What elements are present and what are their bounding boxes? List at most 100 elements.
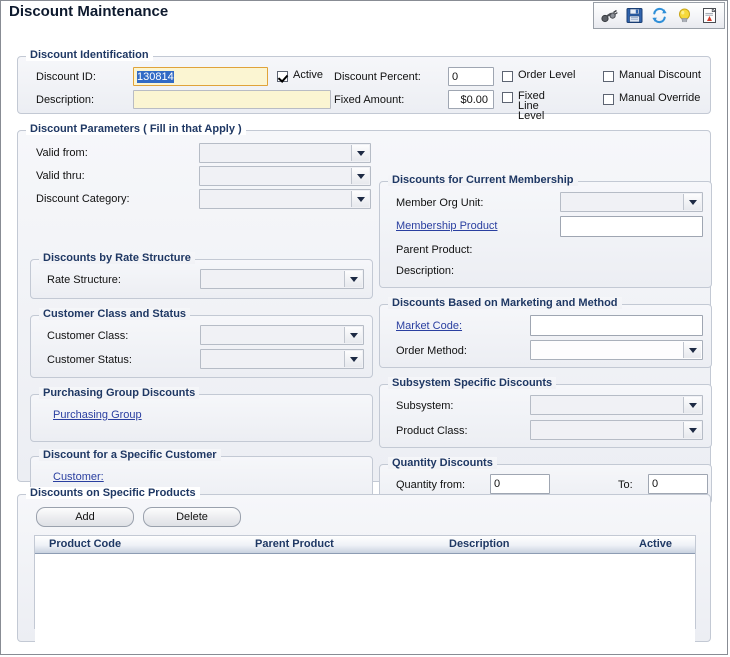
marketing-method-legend: Discounts Based on Marketing and Method: [388, 297, 622, 309]
binoculars-icon[interactable]: [600, 7, 618, 25]
description-input[interactable]: [133, 90, 331, 109]
member-org-unit-combo[interactable]: [560, 192, 703, 212]
valid-thru-combo[interactable]: [199, 166, 371, 186]
manual-discount-checkbox-box[interactable]: [603, 71, 614, 82]
order-level-checkbox-label: Order Level: [518, 69, 576, 81]
chevron-down-icon[interactable]: [344, 327, 362, 343]
discount-id-value: 130814: [137, 71, 174, 83]
refresh-icon[interactable]: [650, 7, 668, 25]
market-code-link[interactable]: Market Code:: [396, 320, 462, 332]
chevron-down-icon[interactable]: [683, 342, 701, 358]
rate-structure-group: Discounts by Rate Structure Rate Structu…: [30, 252, 373, 299]
market-code-input[interactable]: [530, 315, 703, 336]
form-canvas: Discount Identification Discount ID: 130…: [3, 32, 725, 653]
quantity-from-input[interactable]: 0: [490, 474, 550, 494]
discount-percent-label: Discount Percent:: [334, 71, 421, 83]
membership-product-link[interactable]: Membership Product: [396, 220, 498, 232]
rate-structure-combo[interactable]: [200, 269, 364, 289]
chevron-down-icon[interactable]: [351, 191, 369, 207]
delete-button-label: Delete: [176, 511, 208, 523]
valid-from-label: Valid from:: [36, 147, 88, 159]
membership-description-label: Description:: [396, 265, 455, 277]
chevron-down-icon[interactable]: [683, 422, 701, 438]
customer-link[interactable]: Customer:: [53, 471, 104, 483]
discount-category-label: Discount Category:: [36, 193, 130, 205]
manual-discount-checkbox-label: Manual Discount: [619, 69, 701, 81]
active-checkbox-box[interactable]: [277, 71, 288, 82]
fixed-line-level-checkbox[interactable]: Fixed Line Level: [502, 90, 562, 122]
quantity-from-value: 0: [494, 478, 501, 490]
purchasing-group-discounts-group: Purchasing Group Discounts Purchasing Gr…: [30, 387, 373, 442]
report-icon[interactable]: [700, 7, 718, 25]
customer-class-combo[interactable]: [200, 325, 364, 345]
discount-percent-input[interactable]: 0: [448, 67, 494, 86]
chevron-down-icon[interactable]: [683, 194, 701, 210]
customer-class-status-legend: Customer Class and Status: [39, 308, 191, 320]
column-header-description[interactable]: Description: [449, 538, 510, 550]
rate-structure-legend: Discounts by Rate Structure: [39, 252, 195, 264]
discount-id-label: Discount ID:: [36, 71, 96, 83]
lightbulb-icon[interactable]: [675, 7, 693, 25]
fixed-amount-input[interactable]: $0.00: [448, 90, 494, 109]
membership-product-input[interactable]: [560, 216, 703, 237]
subsystem-specific-group: Subsystem Specific Discounts Subsystem: …: [379, 377, 712, 448]
discount-identification-group: Discount Identification Discount ID: 130…: [17, 49, 711, 122]
specific-products-group: Discounts on Specific Products Add Delet…: [17, 487, 711, 646]
quantity-discounts-legend: Quantity Discounts: [388, 457, 497, 469]
fixed-line-level-checkbox-box[interactable]: [502, 92, 513, 103]
order-level-checkbox[interactable]: Order Level: [502, 70, 575, 82]
purchasing-group-legend: Purchasing Group Discounts: [39, 387, 200, 399]
discount-category-combo[interactable]: [199, 189, 371, 209]
customer-status-combo[interactable]: [200, 349, 364, 369]
quantity-to-value: 0: [652, 478, 659, 490]
manual-override-checkbox-label: Manual Override: [619, 92, 701, 104]
product-class-combo[interactable]: [530, 420, 703, 440]
discount-percent-value: 0: [452, 71, 459, 83]
chevron-down-icon[interactable]: [351, 145, 369, 161]
manual-override-checkbox[interactable]: Manual Override: [603, 93, 700, 105]
discount-parameters-group: Discount Parameters ( Fill in that Apply…: [17, 123, 712, 504]
current-membership-group: Discounts for Current Membership Member …: [379, 174, 712, 288]
discount-id-input[interactable]: 130814: [133, 67, 268, 86]
chevron-down-icon[interactable]: [351, 168, 369, 184]
discount-maintenance-window: Discount Maintenance Discount Identifica…: [0, 0, 728, 655]
chevron-down-icon[interactable]: [683, 397, 701, 413]
save-icon[interactable]: [625, 7, 643, 25]
delete-button[interactable]: Delete: [143, 507, 241, 527]
customer-status-label: Customer Status:: [47, 354, 132, 366]
products-grid[interactable]: Product Code Parent Product Description …: [34, 535, 696, 646]
specific-products-legend: Discounts on Specific Products: [26, 487, 200, 499]
quantity-to-input[interactable]: 0: [648, 474, 708, 494]
chevron-down-icon[interactable]: [344, 351, 362, 367]
subsystem-label: Subsystem:: [396, 400, 454, 412]
order-level-checkbox-box[interactable]: [502, 71, 513, 82]
fixed-amount-value: $0.00: [460, 94, 488, 106]
specific-customer-legend: Discount for a Specific Customer: [39, 449, 221, 461]
discount-identification-legend: Discount Identification: [26, 49, 153, 61]
quantity-to-label: To:: [618, 479, 633, 491]
valid-thru-label: Valid thru:: [36, 170, 85, 182]
add-button[interactable]: Add: [36, 507, 134, 527]
rate-structure-label: Rate Structure:: [47, 274, 121, 286]
active-checkbox[interactable]: Active: [277, 70, 323, 82]
column-header-product-code[interactable]: Product Code: [49, 538, 121, 550]
toolbar: [593, 2, 725, 29]
manual-override-checkbox-box[interactable]: [603, 94, 614, 105]
products-grid-body: [35, 554, 695, 646]
valid-from-combo[interactable]: [199, 143, 371, 163]
purchasing-group-link[interactable]: Purchasing Group: [53, 409, 142, 421]
subsystem-combo[interactable]: [530, 395, 703, 415]
member-org-unit-label: Member Org Unit:: [396, 197, 484, 209]
active-checkbox-label: Active: [293, 69, 323, 81]
order-method-combo[interactable]: [530, 340, 703, 360]
add-button-label: Add: [75, 511, 95, 523]
fixed-line-level-checkbox-label: Fixed Line Level: [518, 90, 545, 122]
column-header-active[interactable]: Active: [639, 538, 672, 550]
fixed-amount-label: Fixed Amount:: [334, 94, 405, 106]
subsystem-specific-legend: Subsystem Specific Discounts: [388, 377, 557, 389]
customer-class-status-group: Customer Class and Status Customer Class…: [30, 308, 373, 378]
products-grid-header: Product Code Parent Product Description …: [35, 536, 695, 554]
chevron-down-icon[interactable]: [344, 271, 362, 287]
column-header-parent-product[interactable]: Parent Product: [255, 538, 334, 550]
manual-discount-checkbox[interactable]: Manual Discount: [603, 70, 701, 82]
